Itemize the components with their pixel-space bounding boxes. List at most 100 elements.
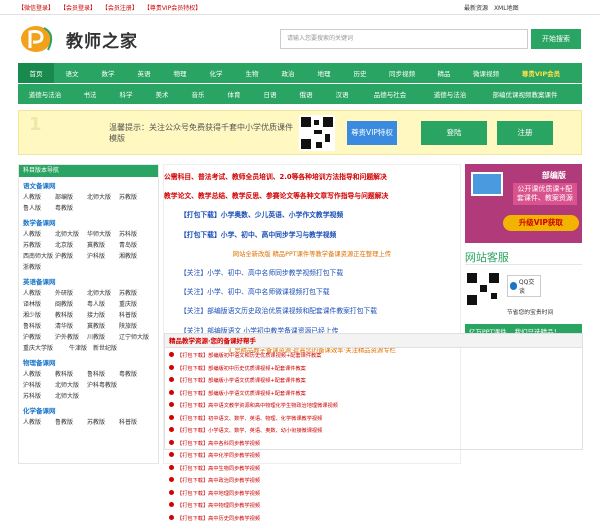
version-link[interactable]: 苏科版	[23, 391, 55, 402]
member-register-link[interactable]: 【会员注册】	[102, 5, 138, 12]
version-link[interactable]: 教科版	[55, 310, 87, 321]
version-link[interactable]: 冀教版	[87, 321, 119, 332]
version-link[interactable]: 人教版	[23, 229, 55, 240]
search-input[interactable]: 请输入您要搜索的关键词	[280, 29, 528, 49]
version-link[interactable]: 苏教版	[87, 417, 119, 428]
category-heading[interactable]: 英语备课网	[23, 276, 154, 286]
nav-history[interactable]: 历史	[342, 63, 378, 83]
version-link[interactable]: 沪外教版	[55, 332, 87, 343]
version-link[interactable]: 北京版	[55, 240, 87, 251]
resource-link[interactable]: 【打包下载】高中地理同步教学视频	[169, 488, 375, 501]
version-link[interactable]: 华师大版	[87, 229, 119, 240]
version-link[interactable]: 辽宁师大版	[119, 332, 151, 343]
nav2-russian[interactable]: 俄语	[288, 84, 324, 104]
version-link[interactable]: 北师大版	[87, 192, 119, 203]
version-link[interactable]: 苏科版	[119, 229, 151, 240]
upgrade-vip-button[interactable]: 升级VIP获取	[503, 215, 579, 231]
category-heading[interactable]: 语文备课网	[23, 180, 154, 190]
version-link[interactable]: 鲁教版	[55, 417, 87, 428]
version-link[interactable]: 青岛版	[119, 240, 151, 251]
nav-english[interactable]: 英语	[126, 63, 162, 83]
nav2-japanese[interactable]: 日语	[252, 84, 288, 104]
version-link[interactable]: 人教版	[23, 192, 55, 203]
version-link[interactable]: 鲁人版	[23, 203, 55, 214]
qq-chat-button[interactable]: QQ交谈	[507, 275, 541, 297]
category-heading[interactable]: 物理备课网	[23, 357, 154, 367]
version-link[interactable]: 北师大版	[55, 380, 87, 391]
version-link[interactable]: 人教版	[23, 369, 55, 380]
login-button[interactable]: 登陆	[421, 121, 487, 145]
nav2-pe[interactable]: 体育	[216, 84, 252, 104]
version-link[interactable]: 湘教版	[119, 251, 151, 262]
nav2-bubian-video[interactable]: 部编优课视频教案课件	[480, 84, 570, 104]
nav-biology[interactable]: 生物	[234, 63, 270, 83]
nav2-music[interactable]: 音乐	[180, 84, 216, 104]
version-link[interactable]: 北师大版	[55, 391, 87, 402]
category-heading[interactable]: 化学备课网	[23, 405, 154, 415]
resource-link[interactable]: 【打包下载】高中语文教学资源和高中物理化学生物政治地理微课视频	[169, 400, 375, 413]
nav2-morality[interactable]: 道德与法治	[18, 84, 72, 104]
resource-link[interactable]: 【打包下载】高中政治同步教学视频	[169, 475, 375, 488]
version-link[interactable]: 沪教版	[55, 251, 87, 262]
version-link[interactable]: 沪科粤教版	[87, 380, 135, 391]
nav2-chinese-lang[interactable]: 汉语	[324, 84, 360, 104]
version-link[interactable]: 粤教版	[119, 369, 151, 380]
vip-privilege-link[interactable]: 【尊贵VIP会员特权】	[144, 5, 202, 12]
version-link[interactable]: 科普版	[119, 417, 151, 428]
headline-link[interactable]: 【打包下载】小学、初中、高中同步学习与教学视频	[164, 226, 460, 245]
nav-sync-video[interactable]: 同步视频	[378, 63, 426, 83]
version-link[interactable]: 沪教版	[23, 332, 55, 343]
nav2-science[interactable]: 科学	[108, 84, 144, 104]
search-button[interactable]: 开始搜索	[531, 29, 581, 49]
version-link[interactable]: 清华版	[55, 321, 87, 332]
nav2-morality-law[interactable]: 道德与法治	[420, 84, 480, 104]
version-link[interactable]: 陕旅版	[119, 321, 151, 332]
headline-link[interactable]: 网站全新改版 精品PPT课件等教学备课资源正在整理上传	[164, 245, 460, 264]
latest-resources-link[interactable]: 最新资源	[464, 5, 488, 12]
version-link[interactable]: 重庆版	[119, 299, 151, 310]
version-link[interactable]: 苏教版	[119, 192, 151, 203]
headline-link[interactable]: 教学论文、教学总结、教学反思、参赛论文等各种文章写作指导与问题解决	[164, 187, 460, 206]
version-link[interactable]: 粤教版	[55, 203, 87, 214]
version-link[interactable]: 人教版	[23, 417, 55, 428]
register-button[interactable]: 注册	[497, 121, 553, 145]
vip-ad-banner[interactable]: 部编版 公开课优质课+配套课件、教案资源 升级VIP获取	[465, 164, 582, 243]
version-link[interactable]: 教科版	[55, 369, 87, 380]
version-link[interactable]: 苏教版	[23, 240, 55, 251]
resource-link[interactable]: 【打包下载】高中生物同步教学视频	[169, 463, 375, 476]
xml-map-link[interactable]: XML地图	[494, 5, 519, 12]
nav-chinese[interactable]: 语文	[54, 63, 90, 83]
resource-link[interactable]: 【打包下载】高中各科同步教学视频	[169, 438, 375, 451]
version-link[interactable]: 沪科版	[87, 251, 119, 262]
nav-politics[interactable]: 政治	[270, 63, 306, 83]
nav-home[interactable]: 首页	[18, 63, 54, 83]
version-link[interactable]: 接力版	[87, 310, 119, 321]
version-link[interactable]: 译林版	[23, 299, 55, 310]
headline-link[interactable]: 【关注】部编版语文历史政治优质课视频和配套课件教案打包下载	[164, 302, 460, 321]
nav2-ethics-society[interactable]: 品德与社会	[360, 84, 420, 104]
nav-micro-lesson[interactable]: 微课视频	[462, 63, 510, 83]
category-heading[interactable]: 数学备课网	[23, 217, 154, 227]
nav2-art[interactable]: 美术	[144, 84, 180, 104]
version-link[interactable]: 冀教版	[87, 240, 119, 251]
nav-geography[interactable]: 地理	[306, 63, 342, 83]
version-link[interactable]: 闽教版	[55, 299, 87, 310]
nav-vip-member[interactable]: 尊贵VIP会员	[510, 63, 572, 83]
version-link[interactable]: 重庆大学版	[23, 343, 69, 354]
nav-premium[interactable]: 精品	[426, 63, 462, 83]
version-link[interactable]: 新世纪版	[93, 343, 125, 354]
nav-chemistry[interactable]: 化学	[198, 63, 234, 83]
logo[interactable]: 教师之家	[18, 24, 280, 54]
version-link[interactable]: 鲁科版	[87, 369, 119, 380]
resource-link[interactable]: 【打包下载】部编版初中语文和历史优质课视频+配套课件教案	[169, 350, 375, 363]
resource-link[interactable]: 【打包下载】高中物理同步教学视频	[169, 500, 375, 513]
version-link[interactable]: 沪科版	[23, 380, 55, 391]
version-link[interactable]: 西南师大版	[23, 251, 55, 262]
version-link[interactable]: 牛津版	[69, 343, 93, 354]
version-link[interactable]: 人教版	[23, 288, 55, 299]
resource-link[interactable]: 【打包下载】初中语文、数学、英语、物理、化学微课教学视频	[169, 413, 375, 426]
resource-link[interactable]: 【打包下载】部编版小学语文优质课视频+配套课件教案	[169, 388, 375, 401]
resource-link[interactable]: 【打包下载】部编版初中历史优质课视频+配套课件教案	[169, 363, 375, 376]
version-link[interactable]: 外研版	[55, 288, 87, 299]
resource-link[interactable]: 【打包下载】高中历史同步教学视频	[169, 513, 375, 525]
